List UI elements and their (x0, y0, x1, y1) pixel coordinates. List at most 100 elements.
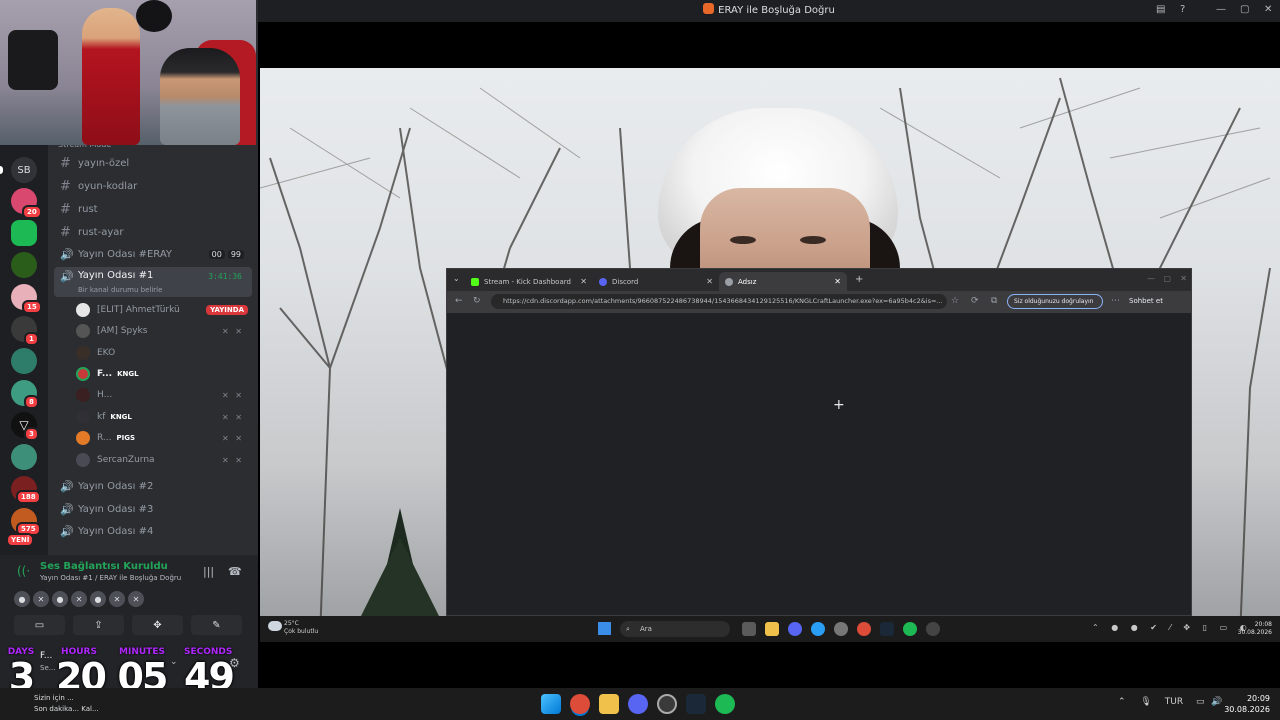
camera-off-button[interactable]: ▭ (14, 615, 65, 635)
voice-user[interactable]: [AM] Spyks ✕ ✕ (76, 321, 252, 341)
minimize-icon[interactable]: — (1147, 274, 1155, 283)
avatar[interactable]: ✕ (109, 591, 125, 607)
stream-title-bar: ERAY ile Boşluğa Doğru ▤ ? — ▢ ✕ (258, 0, 1280, 22)
tab-discord[interactable]: Discord ✕ (593, 272, 719, 291)
discord-icon[interactable] (628, 694, 648, 714)
close-icon[interactable]: ✕ (1180, 274, 1187, 283)
voice-user[interactable]: kf KNGL ✕ ✕ (76, 407, 252, 427)
server-icon-2[interactable] (11, 220, 37, 246)
app-icon[interactable] (926, 622, 940, 636)
voice-channel-eray[interactable]: 🔊 Yayın Odası #ERAY 00 99 (54, 244, 252, 265)
taskbar-search[interactable]: ⌕ Ara (620, 621, 730, 637)
maximize-icon[interactable]: ▢ (1240, 4, 1249, 15)
stream-view[interactable]: ⌄ Stream - Kick Dashboard ✕ Discord ✕ Adsı… (258, 22, 1280, 688)
channel-oyun-kodlar[interactable]: # oyun-kodlar (54, 176, 252, 197)
voice-user[interactable]: H... ✕ ✕ (76, 385, 252, 405)
verify-identity-chip[interactable]: Siz olduğunuzu doğrulayın (1007, 294, 1103, 309)
tab-adsiz[interactable]: Adsız ✕ (719, 272, 847, 291)
soundboard-button[interactable]: ✎ (191, 615, 242, 635)
file-explorer-icon[interactable] (599, 694, 619, 714)
chat-button[interactable]: Sohbet et (1129, 294, 1163, 309)
chrome-icon[interactable] (857, 622, 871, 636)
server-icon-9[interactable] (11, 444, 37, 470)
voice-user[interactable]: F... KNGL (76, 364, 252, 384)
weather-widget[interactable]: 25°C Çok bulutlu (268, 620, 318, 636)
avatar[interactable]: ● (90, 591, 106, 607)
tab-search-icon[interactable]: ⌄ (453, 274, 460, 283)
tab-kick-dashboard[interactable]: Stream - Kick Dashboard ✕ (465, 272, 593, 291)
chrome-icon[interactable] (570, 694, 590, 714)
channel-yayin-ozel[interactable]: # yayın-özel (54, 153, 252, 174)
signal-icon[interactable]: ((· (17, 564, 30, 578)
clan-tag: PIGS (116, 434, 136, 442)
channel-rust-ayar[interactable]: # rust-ayar (54, 222, 252, 243)
voice-channel-3[interactable]: 🔊 Yayın Odası #3 (54, 499, 252, 520)
translate-icon[interactable]: ⟳ (971, 296, 979, 306)
avatar[interactable]: ● (52, 591, 68, 607)
back-icon[interactable]: ← (455, 296, 463, 306)
address-bar[interactable]: https://cdn.discordapp.com/attachments/9… (491, 294, 947, 309)
inbox-icon[interactable]: ▤ (1156, 4, 1165, 15)
discord-icon[interactable] (788, 622, 802, 636)
server-icon-6[interactable] (11, 348, 37, 374)
maximize-icon[interactable]: ▢ (1163, 274, 1171, 283)
extensions-icon[interactable]: ⧉ (991, 296, 997, 306)
windows-start-icon[interactable] (598, 622, 611, 635)
menu-dots-icon[interactable]: ⋯ (1111, 296, 1120, 306)
volume-icon[interactable]: 🔊 (1211, 697, 1222, 707)
activities-button[interactable]: ✥ (132, 615, 183, 635)
inner-clock[interactable]: 20:08 30.08.2026 (1238, 621, 1272, 637)
voice-user[interactable]: EKO (76, 343, 252, 363)
task-view-icon[interactable] (742, 622, 756, 636)
close-icon[interactable]: ✕ (706, 277, 713, 286)
server-sb[interactable]: SB (11, 157, 37, 183)
settings-icon[interactable] (834, 622, 848, 636)
avatar[interactable]: ✕ (33, 591, 49, 607)
voice-status[interactable]: Ses Bağlantısı Kuruldu (40, 561, 168, 572)
close-icon[interactable]: ✕ (834, 277, 841, 286)
screen-share-button[interactable]: ⇪ (73, 615, 124, 635)
inner-system-tray[interactable]: ⌃ ● ● ✔ ⁄ ✥ ▯ ▭ ◐ (1092, 623, 1252, 632)
channel-status[interactable]: Bir kanal durumu belirle (78, 286, 162, 294)
edge-icon[interactable] (811, 622, 825, 636)
person (82, 8, 140, 145)
voice-user[interactable]: [ELIT] AhmetTürkü YAYINDA (76, 300, 252, 320)
noise-suppression-icon[interactable]: ||| (203, 565, 214, 578)
file-explorer-icon[interactable] (765, 622, 779, 636)
windows-start-icon[interactable] (541, 694, 561, 714)
avatar[interactable]: ● (14, 591, 30, 607)
network-icon[interactable]: ▭ (1196, 697, 1205, 707)
avatar[interactable]: ✕ (128, 591, 144, 607)
language-indicator[interactable]: TUR (1165, 697, 1183, 707)
close-icon[interactable]: ✕ (580, 277, 587, 286)
voice-user[interactable]: SercanZurna ✕ ✕ (76, 450, 252, 470)
help-icon[interactable]: ? (1180, 4, 1185, 15)
voice-participants: ● ✕ ● ✕ ● ✕ ✕ (14, 591, 144, 607)
microphone-icon[interactable]: 🎙 (1140, 697, 1151, 707)
voice-channel-2[interactable]: 🔊 Yayın Odası #2 (54, 476, 252, 497)
voice-location[interactable]: Yayın Odası #1 / ERAY ile Boşluğa Doğru (40, 574, 181, 582)
disconnect-icon[interactable]: ☎ (228, 565, 242, 578)
server-icon-3[interactable] (11, 252, 37, 278)
voice-user[interactable]: R... PIGS ✕ ✕ (76, 428, 252, 448)
speaker-icon: 🔊 (60, 248, 74, 261)
spotify-icon[interactable] (715, 694, 735, 714)
bookmark-star-icon[interactable]: ☆ (951, 296, 959, 306)
channel-rust[interactable]: # rust (54, 199, 252, 220)
steam-icon[interactable] (686, 694, 706, 714)
spotify-icon[interactable] (903, 622, 917, 636)
obs-icon[interactable] (657, 694, 677, 714)
taskbar-clock[interactable]: 20:09 30.08.2026 (1224, 693, 1270, 715)
browser-page-content[interactable]: + (447, 313, 1191, 615)
new-tab-button[interactable]: + (855, 274, 863, 285)
steam-icon[interactable] (880, 622, 894, 636)
reload-icon[interactable]: ↻ (473, 296, 481, 306)
discord-icon (599, 277, 607, 286)
muted-icons: ✕ ✕ (222, 455, 244, 465)
notification-toast[interactable]: Sizin için ... Son dakika... Kal... (8, 693, 228, 715)
close-icon[interactable]: ✕ (1264, 4, 1272, 15)
voice-channel-4[interactable]: 🔊 Yayın Odası #4 (54, 521, 252, 542)
chevron-up-icon[interactable]: ⌃ (1118, 697, 1126, 707)
minimize-icon[interactable]: — (1216, 4, 1226, 15)
avatar[interactable]: ✕ (71, 591, 87, 607)
